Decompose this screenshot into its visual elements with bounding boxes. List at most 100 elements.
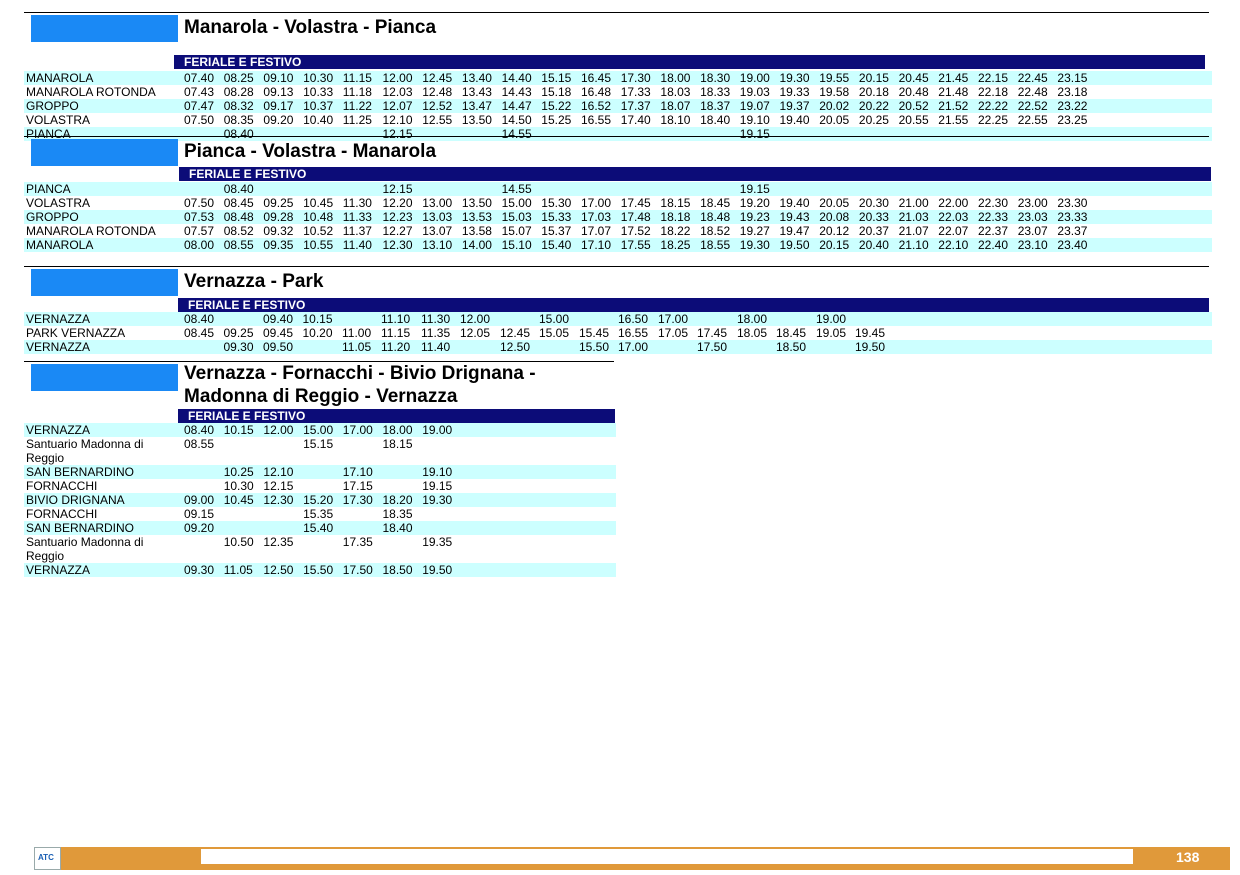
- stop-name: MANAROLA: [26, 71, 94, 85]
- departure-time: 15.15: [541, 71, 572, 85]
- route-title: Vernazza - Park: [184, 270, 323, 293]
- departure-time: 20.08: [819, 210, 850, 224]
- departure-time: 17.55: [620, 238, 651, 252]
- departure-time: 22.30: [978, 196, 1009, 210]
- stop-name: SAN BERNARDINO: [26, 521, 135, 535]
- service-banner: FERIALE E FESTIVO: [178, 298, 1209, 312]
- route-title-line: Vernazza - Fornacchi - Bivio Drignana -: [184, 363, 536, 384]
- departure-time: 22.03: [938, 210, 969, 224]
- timetable-row: SAN BERNARDINO 09.20 15.40 18.40: [24, 521, 616, 535]
- departure-time: 08.00: [184, 238, 215, 252]
- departure-time: 09.32: [263, 224, 294, 238]
- departure-time: 19.30: [779, 71, 810, 85]
- departure-time: 17.00: [342, 423, 373, 437]
- departure-time: 20.40: [858, 238, 889, 252]
- departure-time: 14.43: [501, 85, 532, 99]
- departure-time: 12.00: [460, 312, 491, 326]
- footer-stripe: [201, 849, 1133, 864]
- departure-time: 15.37: [541, 224, 572, 238]
- departure-time: 16.55: [581, 113, 612, 127]
- departure-time: 11.18: [342, 85, 372, 99]
- departure-time: 17.45: [620, 196, 651, 210]
- route-color-box: [31, 269, 178, 296]
- departure-time: 20.37: [858, 224, 889, 238]
- departure-time: 18.10: [660, 113, 691, 127]
- departure-time: 12.10: [382, 113, 413, 127]
- departure-time: 19.00: [422, 423, 453, 437]
- departure-time: 13.00: [422, 196, 453, 210]
- departure-time: 11.22: [342, 99, 372, 113]
- departure-time: 17.00: [581, 196, 612, 210]
- route-title: Manarola - Volastra - Pianca: [184, 16, 436, 39]
- departure-time: 13.03: [422, 210, 453, 224]
- departure-time: 09.45: [263, 326, 294, 340]
- departure-time: 08.40: [223, 127, 254, 141]
- timetable-row: MANAROLA 08.00 08.55 09.35 10.55 11.40 12.30 13…: [24, 238, 1212, 252]
- departure-time: 19.05: [816, 326, 847, 340]
- departure-time: 15.50: [579, 340, 610, 354]
- departure-time: 13.50: [461, 113, 492, 127]
- departure-time: 14.47: [501, 99, 532, 113]
- route-title: Pianca - Volastra - Manarola: [184, 140, 436, 163]
- departure-time: 19.50: [855, 340, 886, 354]
- timetable-row: VERNAZZA 09.30 11.05 12.50 15.50 17.50 18.50 19…: [24, 563, 616, 577]
- stop-name: MANAROLA: [26, 238, 94, 252]
- departure-time: 10.45: [303, 196, 334, 210]
- departure-time: 13.50: [461, 196, 492, 210]
- departure-time: 15.22: [541, 99, 572, 113]
- stop-name: MANAROLA ROTONDA: [26, 224, 156, 238]
- departure-time: 09.15: [184, 507, 215, 521]
- departure-time: 20.05: [819, 113, 850, 127]
- departure-time: 21.00: [898, 196, 929, 210]
- stop-name: MANAROLA ROTONDA: [26, 85, 156, 99]
- departure-time: 11.05: [223, 563, 253, 577]
- departure-time: 13.10: [422, 238, 453, 252]
- departure-time: 17.07: [581, 224, 612, 238]
- departure-time: 09.17: [263, 99, 294, 113]
- departure-time: 23.33: [1057, 210, 1088, 224]
- departure-time: 18.35: [382, 507, 413, 521]
- departure-time: 23.22: [1057, 99, 1088, 113]
- departure-time: 19.40: [779, 196, 810, 210]
- departure-time: 10.55: [303, 238, 334, 252]
- departure-time: 10.15: [223, 423, 254, 437]
- departure-time: 20.45: [898, 71, 929, 85]
- departure-time: 09.13: [263, 85, 294, 99]
- departure-time: 20.05: [819, 196, 850, 210]
- departure-time: 15.07: [501, 224, 532, 238]
- service-banner: FERIALE E FESTIVO: [178, 409, 615, 423]
- departure-time: 16.48: [581, 85, 612, 99]
- departure-time: 08.35: [223, 113, 254, 127]
- departure-time: 11.15: [381, 326, 411, 340]
- departure-time: 19.58: [819, 85, 850, 99]
- route-color-box: [31, 364, 178, 391]
- timetable-row: GROPPO 07.47 08.32 09.17 10.37 11.22 12.07 12.5…: [24, 99, 1212, 113]
- stop-name: VERNAZZA: [26, 312, 91, 326]
- departure-time: 12.52: [422, 99, 453, 113]
- route-color-box: [31, 139, 178, 166]
- departure-time: 18.30: [700, 71, 731, 85]
- departure-time: 17.35: [342, 535, 373, 549]
- departure-time: 07.50: [184, 196, 215, 210]
- departure-time: 19.35: [422, 535, 453, 549]
- departure-time: 12.07: [382, 99, 413, 113]
- departure-time: 09.10: [263, 71, 294, 85]
- departure-time: 18.15: [382, 437, 413, 451]
- timetable-row: Santuario Madonna di Reggio 10.50 12.35 17.…: [24, 535, 616, 563]
- departure-time: 16.55: [618, 326, 649, 340]
- departure-time: 19.20: [739, 196, 770, 210]
- departure-time: 07.47: [184, 99, 215, 113]
- departure-time: 19.03: [739, 85, 770, 99]
- departure-time: 12.50: [500, 340, 531, 354]
- departure-time: 17.10: [581, 238, 612, 252]
- service-banner: FERIALE E FESTIVO: [174, 55, 1205, 69]
- section-divider: [24, 12, 1209, 13]
- stop-name: VOLASTRA: [26, 113, 91, 127]
- stop-name: GROPPO: [26, 210, 79, 224]
- departure-time: 22.25: [978, 113, 1009, 127]
- departure-time: 09.28: [263, 210, 294, 224]
- departure-time: 17.37: [620, 99, 651, 113]
- departure-time: 08.48: [223, 210, 254, 224]
- departure-time: 09.40: [263, 312, 294, 326]
- departure-time: 14.40: [501, 71, 532, 85]
